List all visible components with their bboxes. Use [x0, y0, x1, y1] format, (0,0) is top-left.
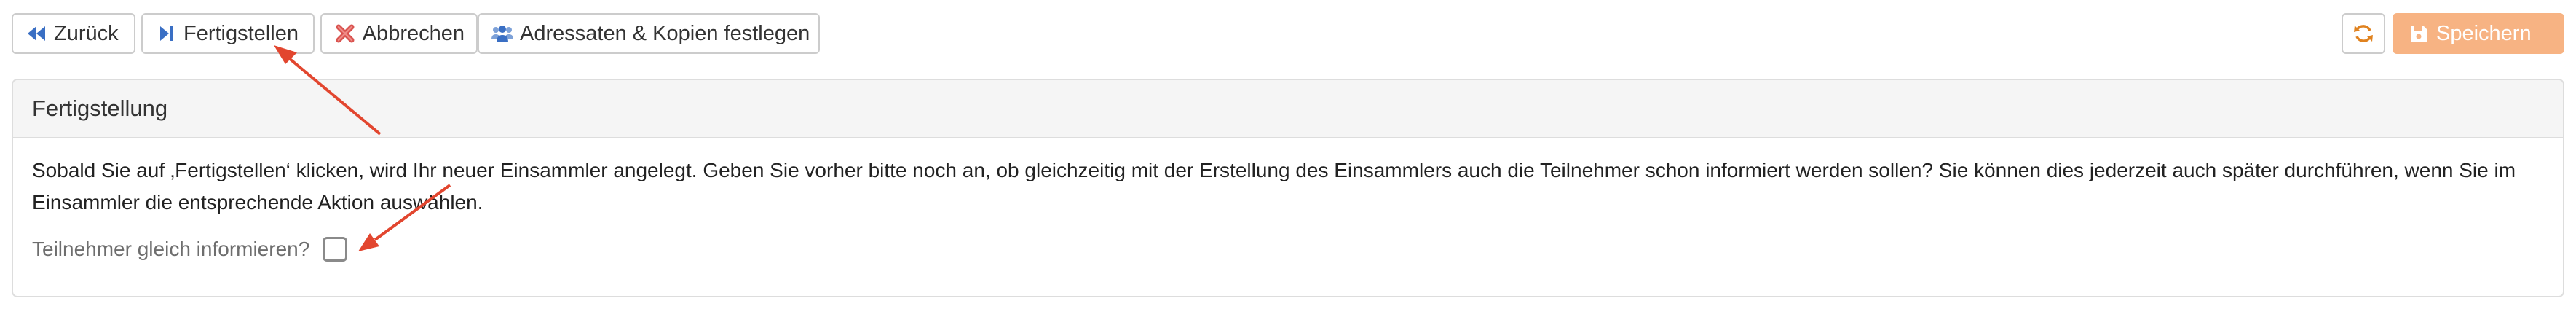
completion-panel: Fertigstellung Sobald Sie auf ‚Fertigste… — [12, 79, 2564, 297]
panel-title: Fertigstellung — [32, 95, 168, 121]
notify-form-row: Teilnehmer gleich informieren? — [32, 233, 2544, 265]
save-button[interactable]: Speichern — [2393, 13, 2564, 54]
panel-description: Sobald Sie auf ‚Fertigstellen‘ klicken, … — [32, 159, 2516, 214]
panel-heading: Fertigstellung — [13, 80, 2563, 138]
red-x-icon — [333, 22, 357, 45]
toolbar: Zurück Fertigstellen Abbrechen Adressate… — [12, 12, 2564, 55]
users-group-icon — [491, 22, 514, 45]
finish-button[interactable]: Fertigstellen — [141, 13, 315, 54]
finish-button-label: Fertigstellen — [183, 21, 299, 45]
cancel-button[interactable]: Abbrechen — [320, 13, 478, 54]
notify-checkbox[interactable] — [323, 237, 348, 262]
cancel-button-label: Abbrechen — [362, 21, 465, 45]
floppy-disk-icon — [2407, 22, 2430, 45]
recipients-button[interactable]: Adressaten & Kopien festlegen — [478, 13, 820, 54]
play-step-icon — [154, 22, 178, 45]
panel-body: Sobald Sie auf ‚Fertigstellen‘ klicken, … — [13, 138, 2563, 265]
notify-label: Teilnehmer gleich informieren? — [32, 238, 310, 260]
back-button-label: Zurück — [54, 21, 119, 45]
refresh-button[interactable] — [2342, 13, 2385, 54]
save-button-label: Speichern — [2436, 21, 2532, 45]
recipients-button-label: Adressaten & Kopien festlegen — [520, 21, 810, 45]
back-button[interactable]: Zurück — [12, 13, 135, 54]
backward-step-icon — [25, 22, 48, 45]
refresh-icon — [2352, 22, 2375, 45]
